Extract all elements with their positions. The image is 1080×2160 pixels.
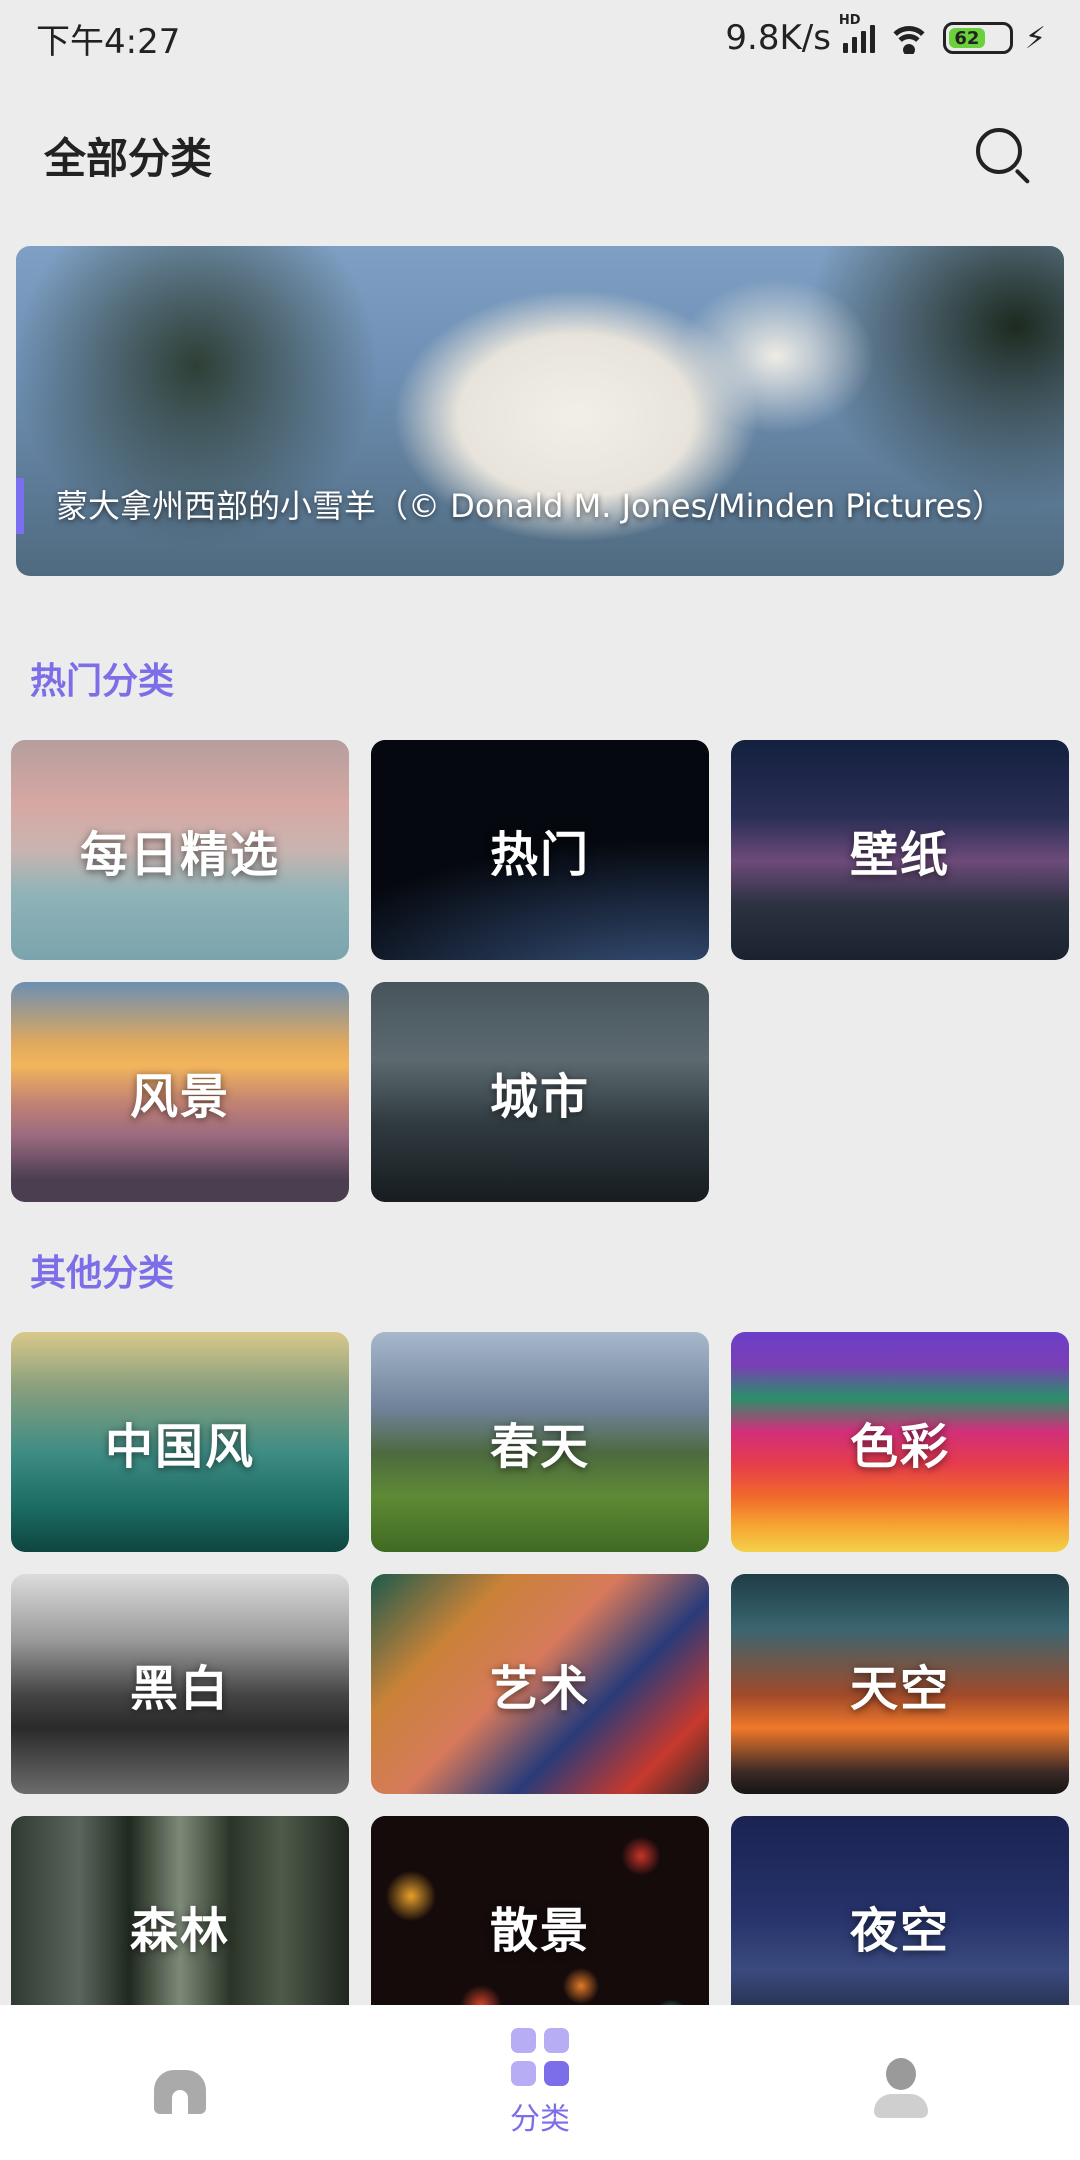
category-label: 色彩 <box>849 1419 950 1475</box>
category-label: 森林 <box>129 1903 230 1959</box>
category-label: 天空 <box>849 1661 950 1717</box>
nav-item-profile[interactable] <box>720 2005 1080 2160</box>
nav-label-categories: 分类 <box>510 2101 570 2137</box>
category-label: 艺术 <box>489 1661 590 1717</box>
banner-caption: 蒙大拿州西部的小雪羊（© Donald M. Jones/Minden Pict… <box>56 487 1005 525</box>
category-tile-bokeh[interactable]: 散景 <box>371 1816 709 2005</box>
header: 全部分类 <box>0 100 1080 210</box>
status-time: 下午4:27 <box>36 21 181 62</box>
status-bar: 下午4:27 9.8K/s HD 62 ⚡ <box>0 0 1080 76</box>
featured-banner[interactable]: 蒙大拿州西部的小雪羊（© Donald M. Jones/Minden Pict… <box>16 246 1064 576</box>
category-tile-art[interactable]: 艺术 <box>371 1574 709 1794</box>
category-label: 黑白 <box>129 1661 230 1717</box>
category-tile-wallpaper[interactable]: 壁纸 <box>731 740 1069 960</box>
battery-level: 62 <box>948 28 985 49</box>
search-button[interactable] <box>966 120 1036 190</box>
category-tile-sky[interactable]: 天空 <box>731 1574 1069 1794</box>
other-categories-grid: 中国风 春天 色彩 黑白 艺术 天空 森林 散景 夜空 <box>0 1300 1080 2005</box>
status-icons: 9.8K/s HD 62 ⚡ <box>725 13 1046 58</box>
nav-item-home[interactable] <box>0 2005 360 2160</box>
category-tile-chinese-style[interactable]: 中国风 <box>11 1332 349 1552</box>
category-tile-color[interactable]: 色彩 <box>731 1332 1069 1552</box>
category-grid-icon <box>511 2027 569 2086</box>
category-tile-forest[interactable]: 森林 <box>11 1816 349 2005</box>
category-label: 每日精选 <box>79 827 280 883</box>
category-tile-black-white[interactable]: 黑白 <box>11 1574 349 1794</box>
section-title-hot: 热门分类 <box>30 661 175 702</box>
category-label: 热门 <box>489 827 590 883</box>
banner-accent-bar <box>16 478 24 534</box>
wifi-icon <box>886 22 931 54</box>
charging-icon: ⚡ <box>1024 20 1046 56</box>
category-tile-scenery[interactable]: 风景 <box>11 982 349 1202</box>
category-tile-night-sky[interactable]: 夜空 <box>731 1816 1069 2005</box>
section-title-other: 其他分类 <box>30 1253 175 1294</box>
category-label: 壁纸 <box>849 827 950 883</box>
category-tile-city[interactable]: 城市 <box>371 982 709 1202</box>
category-tile-hot[interactable]: 热门 <box>371 740 709 960</box>
signal-icon: HD <box>839 13 875 53</box>
category-label: 散景 <box>489 1903 590 1959</box>
search-icon <box>976 128 1022 174</box>
category-label: 中国风 <box>104 1419 255 1475</box>
category-label: 城市 <box>489 1069 590 1125</box>
network-speed: 9.8K/s <box>725 18 831 58</box>
category-label: 夜空 <box>849 1903 950 1959</box>
network-type-label: HD <box>838 13 861 28</box>
page-title: 全部分类 <box>44 133 213 183</box>
bottom-nav: 分类 <box>0 2005 1080 2160</box>
category-label: 风景 <box>129 1069 230 1125</box>
battery-icon: 62 <box>942 22 1013 54</box>
category-label: 春天 <box>489 1419 590 1475</box>
nav-item-categories[interactable]: 分类 <box>360 2005 720 2160</box>
category-tile-spring[interactable]: 春天 <box>371 1332 709 1552</box>
category-tile-daily[interactable]: 每日精选 <box>11 740 349 960</box>
user-icon <box>870 2057 930 2118</box>
home-icon <box>152 2060 208 2116</box>
